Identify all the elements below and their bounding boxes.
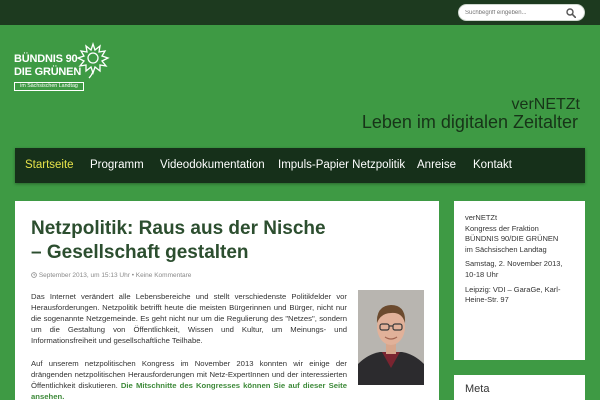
- nav-item-startseite[interactable]: Startseite: [25, 148, 74, 183]
- author-portrait: [358, 290, 424, 385]
- nav-item-anreise[interactable]: Anreise: [417, 148, 456, 183]
- meta-separator: •: [131, 272, 134, 279]
- post-paragraph-2: Auf unserem netzpolitischen Kongress im …: [31, 358, 347, 400]
- post-paragraph-1: Das Internet verändert alle Lebensbereic…: [31, 292, 347, 345]
- event-name: verNETZt: [465, 213, 498, 222]
- site-logo[interactable]: BÜNDNIS 90 DIE GRÜNEN im Sächsischen Lan…: [14, 41, 110, 93]
- main-content: Netzpolitik: Raus aus der Nische – Gesel…: [15, 201, 439, 400]
- event-kind: Kongress der Fraktion: [465, 223, 539, 233]
- logo-line-1: BÜNDNIS 90: [14, 53, 78, 65]
- post-title[interactable]: Netzpolitik: Raus aus der Nische – Gesel…: [31, 217, 331, 265]
- clock-icon: [31, 272, 37, 278]
- site-tagline: Leben im digitalen Zeitalter: [361, 112, 578, 132]
- event-parliament: im Sächsischen Landtag: [465, 244, 547, 254]
- sunflower-icon: [76, 41, 110, 79]
- nav-item-programm[interactable]: Programm: [90, 148, 144, 183]
- top-bar: [0, 0, 600, 25]
- event-info-heading: verNETZt Kongress der Fraktion BÜNDNIS 9…: [465, 213, 575, 255]
- nav-item-kontakt[interactable]: Kontakt: [473, 148, 512, 183]
- event-info-widget: verNETZt Kongress der Fraktion BÜNDNIS 9…: [454, 201, 585, 360]
- post-date: September 2013, um 15:13 Uhr: [38, 272, 130, 279]
- main-navigation: Startseite Programm Videodokumentation I…: [15, 148, 585, 183]
- search-box[interactable]: [458, 4, 585, 21]
- nav-item-impuls-papier[interactable]: Impuls-Papier Netzpolitik: [278, 148, 405, 183]
- event-place: Leipzig: VDI – GaraGe, Karl-Heine-Str. 9…: [465, 284, 561, 305]
- logo-line-2: DIE GRÜNEN: [14, 66, 82, 78]
- meta-widget: Meta: [454, 375, 585, 400]
- event-date: Samstag, 2. November 2013, 10-18 Uhr: [465, 259, 563, 279]
- nav-item-videodokumentation[interactable]: Videodokumentation: [160, 148, 265, 183]
- event-party: BÜNDNIS 90/DIE GRÜNEN: [465, 234, 559, 244]
- post-meta: September 2013, um 15:13 Uhr • Keine Kom…: [31, 272, 191, 279]
- search-icon[interactable]: [566, 8, 576, 18]
- search-input[interactable]: [465, 7, 565, 19]
- logo-line-3: im Sächsischen Landtag: [14, 82, 84, 91]
- post-comments-link[interactable]: Keine Kommentare: [136, 272, 192, 279]
- meta-widget-title: Meta: [465, 383, 490, 395]
